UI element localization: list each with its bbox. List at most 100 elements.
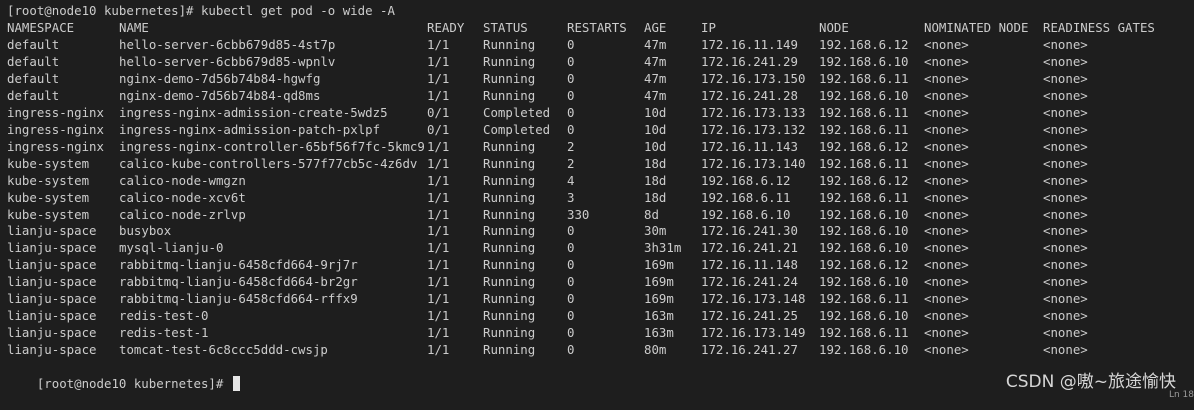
watermark: CSDN @嗷~旅途愉快	[1005, 372, 1176, 392]
cell-name: redis-test-0	[119, 308, 209, 324]
cell-ready: 1/1	[427, 189, 450, 205]
cell-status: Running	[483, 155, 536, 171]
cell-ip: 172.16.241.25	[701, 308, 798, 324]
cell-ip: 172.16.241.21	[701, 240, 798, 256]
cell-name: ingress-nginx-admission-patch-pxlpf	[119, 121, 381, 137]
cell-namespace: ingress-nginx	[7, 104, 104, 120]
header-node: NODE	[819, 20, 849, 35]
cell-nominated-node: <none>	[924, 121, 969, 137]
cell-ready: 1/1	[427, 257, 450, 273]
terminal-window[interactable]: [root@node10 kubernetes]# kubectl get po…	[0, 0, 1194, 400]
cell-ip: 192.168.6.12	[701, 172, 791, 188]
cell-namespace: default	[7, 87, 60, 103]
table-row: kube-system calico-node-wmgzn 1/1 Running 4 1…	[0, 173, 1194, 190]
cell-nominated-node: <none>	[924, 87, 969, 103]
cell-status: Running	[483, 189, 536, 205]
cell-restarts: 0	[567, 87, 575, 103]
cell-age: 18d	[644, 172, 667, 188]
cell-readiness-gates: <none>	[1043, 70, 1088, 86]
cell-ip: 172.16.173.140	[701, 155, 806, 171]
cell-restarts: 330	[567, 206, 590, 222]
cell-status: Running	[483, 325, 536, 341]
cell-node: 192.168.6.10	[819, 53, 909, 69]
cell-status: Running	[483, 308, 536, 324]
cell-status: Running	[483, 223, 536, 239]
table-row: lianju-space mysql-lianju-0 1/1 Running 0 3h3…	[0, 240, 1194, 257]
cell-ready: 1/1	[427, 155, 450, 171]
cell-node: 192.168.6.12	[819, 172, 909, 188]
cell-nominated-node: <none>	[924, 53, 969, 69]
cell-restarts: 0	[567, 121, 575, 137]
cell-ready: 1/1	[427, 342, 450, 358]
cell-node: 192.168.6.11	[819, 325, 909, 341]
cell-name: calico-kube-controllers-577f77cb5c-4z6dv	[119, 155, 418, 171]
cell-restarts: 4	[567, 172, 575, 188]
cell-ready: 1/1	[427, 308, 450, 324]
cell-namespace: lianju-space	[7, 291, 97, 307]
cell-node: 192.168.6.11	[819, 189, 909, 205]
cell-status: Running	[483, 172, 536, 188]
cell-age: 169m	[644, 291, 674, 307]
cell-ip: 172.16.11.148	[701, 257, 798, 273]
cell-nominated-node: <none>	[924, 325, 969, 341]
cell-ip: 172.16.173.149	[701, 325, 806, 341]
cell-node: 192.168.6.11	[819, 104, 909, 120]
cell-readiness-gates: <none>	[1043, 308, 1088, 324]
cell-node: 192.168.6.10	[819, 206, 909, 222]
cell-status: Completed	[483, 121, 551, 137]
cell-ready: 1/1	[427, 325, 450, 341]
cell-status: Running	[483, 240, 536, 256]
cell-readiness-gates: <none>	[1043, 325, 1088, 341]
cell-namespace: ingress-nginx	[7, 138, 104, 154]
cell-namespace: lianju-space	[7, 257, 97, 273]
cell-nominated-node: <none>	[924, 189, 969, 205]
table-row: default nginx-demo-7d56b74b84-qd8ms 1/1 Run…	[0, 88, 1194, 105]
cell-ip: 172.16.241.29	[701, 53, 798, 69]
cell-nominated-node: <none>	[924, 274, 969, 290]
cell-name: nginx-demo-7d56b74b84-qd8ms	[119, 87, 321, 103]
cell-restarts: 2	[567, 138, 575, 154]
cell-nominated-node: <none>	[924, 342, 969, 358]
table-row: ingress-nginx ingress-nginx-admission-cre…	[0, 105, 1194, 122]
cell-ready: 1/1	[427, 87, 450, 103]
header-namespace: NAMESPACE	[7, 20, 75, 35]
table-row: default hello-server-6cbb679d85-4st7p 1/1 R…	[0, 37, 1194, 54]
cell-age: 169m	[644, 257, 674, 273]
cell-restarts: 0	[567, 223, 575, 239]
cell-restarts: 0	[567, 53, 575, 69]
cell-name: tomcat-test-6c8ccc5ddd-cwsjp	[119, 342, 328, 358]
cell-nominated-node: <none>	[924, 138, 969, 154]
prompt-line[interactable]: [root@node10 kubernetes]#	[7, 359, 240, 391]
cell-ready: 0/1	[427, 121, 450, 137]
cell-nominated-node: <none>	[924, 37, 969, 52]
table-row: kube-system calico-node-zrlvp 1/1 Running 33…	[0, 207, 1194, 224]
table-row: kube-system calico-node-xcv6t 1/1 Running 3 1…	[0, 190, 1194, 207]
table-row: lianju-space redis-test-1 1/1 Running 0 163m 1…	[0, 325, 1194, 342]
cell-node: 192.168.6.11	[819, 121, 909, 137]
cell-node: 192.168.6.10	[819, 308, 909, 324]
header-nominated-node: NOMINATED NODE	[924, 20, 1029, 35]
cell-namespace: lianju-space	[7, 223, 97, 239]
cell-age: 163m	[644, 325, 674, 341]
cell-name: rabbitmq-lianju-6458cfd664-br2gr	[119, 274, 358, 290]
cell-name: busybox	[119, 223, 172, 239]
cell-namespace: default	[7, 53, 60, 69]
cell-age: 163m	[644, 308, 674, 324]
cell-restarts: 0	[567, 104, 575, 120]
prompt-text: [root@node10 kubernetes]#	[36, 376, 231, 391]
cell-restarts: 3	[567, 189, 575, 205]
cell-readiness-gates: <none>	[1043, 121, 1088, 137]
cell-namespace: default	[7, 70, 60, 86]
header-ip: IP	[701, 20, 716, 35]
cell-nominated-node: <none>	[924, 70, 969, 86]
cell-readiness-gates: <none>	[1043, 37, 1088, 52]
cell-ready: 1/1	[427, 70, 450, 86]
table-row: kube-system calico-kube-controllers-577f7…	[0, 156, 1194, 173]
cell-age: 47m	[644, 70, 667, 86]
cell-ip: 172.16.11.149	[701, 37, 798, 52]
cell-readiness-gates: <none>	[1043, 342, 1088, 358]
status-corner: Ln 18	[1168, 390, 1194, 400]
cell-readiness-gates: <none>	[1043, 104, 1088, 120]
cell-readiness-gates: <none>	[1043, 172, 1088, 188]
cell-ready: 1/1	[427, 53, 450, 69]
